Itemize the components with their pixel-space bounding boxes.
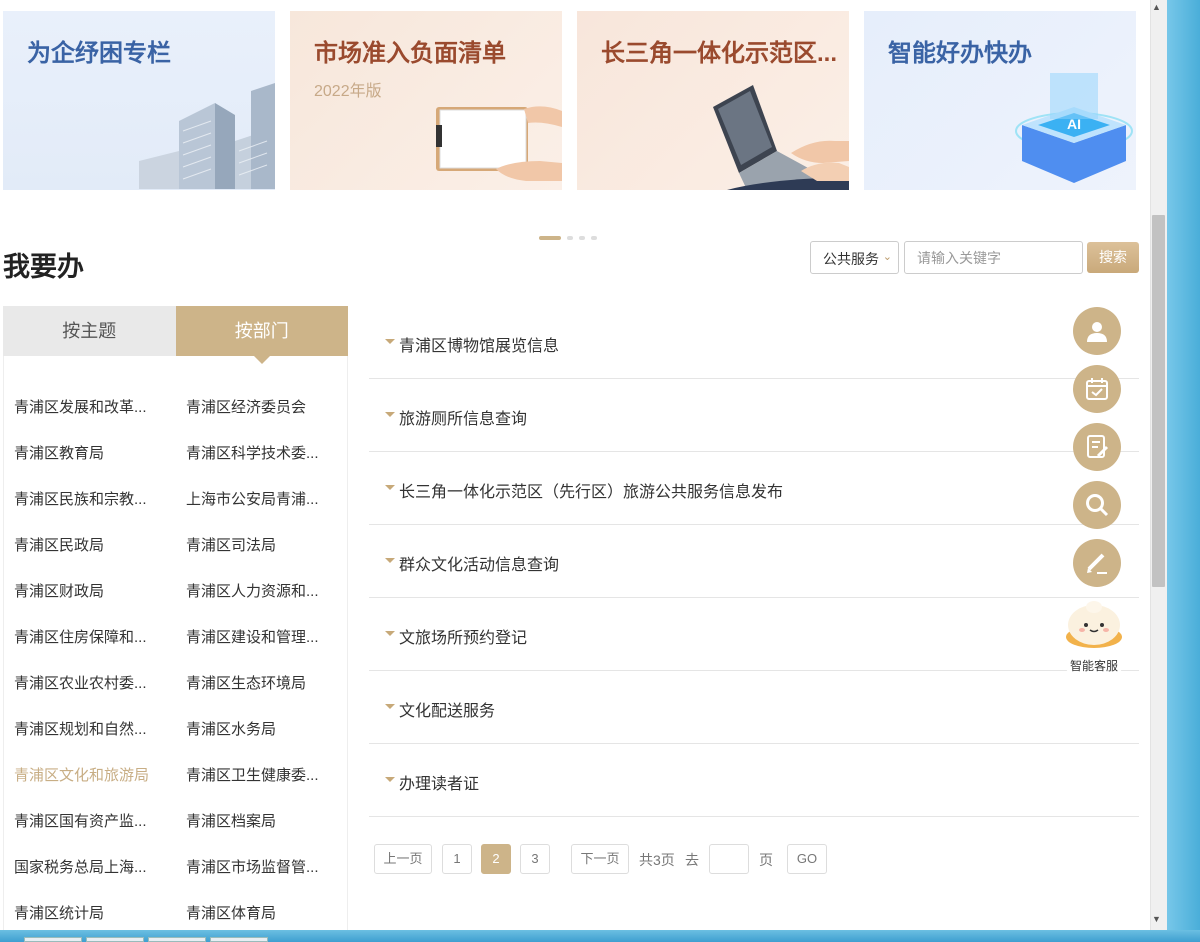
- carousel-dot[interactable]: [567, 236, 573, 240]
- department-link[interactable]: 青浦区民政局: [14, 534, 104, 555]
- department-link[interactable]: 青浦区财政局: [14, 580, 104, 601]
- window-frame: [1167, 0, 1200, 930]
- service-item-label: 旅游厕所信息查询: [399, 411, 528, 428]
- carousel-dot[interactable]: [579, 236, 585, 240]
- taskbar-item[interactable]: [210, 937, 268, 942]
- department-link[interactable]: 青浦区体育局: [186, 902, 276, 923]
- service-item[interactable]: 群众文化活动信息查询: [369, 525, 1139, 598]
- search-icon: [1086, 494, 1109, 517]
- department-link[interactable]: 青浦区统计局: [14, 902, 104, 923]
- chevron-down-icon: ⌄: [882, 251, 892, 263]
- pencil-icon: [1087, 553, 1107, 574]
- user-center-button[interactable]: [1073, 307, 1121, 355]
- next-page-button[interactable]: 下一页: [571, 844, 629, 874]
- service-item-label: 长三角一体化示范区（先行区）旅游公共服务信息发布: [399, 484, 784, 501]
- document-edit-icon: [1087, 435, 1109, 458]
- department-link[interactable]: 国家税务总局上海...: [14, 856, 147, 877]
- ai-badge-text: AI: [1067, 116, 1081, 132]
- tab-by-department[interactable]: 按部门: [175, 306, 348, 364]
- department-link[interactable]: 青浦区住房保障和...: [14, 626, 147, 647]
- service-item[interactable]: 文化配送服务: [369, 671, 1139, 744]
- smart-assistant-label[interactable]: 智能客服: [1066, 657, 1122, 674]
- ai-cube-illustration: AI: [1015, 73, 1133, 183]
- department-link[interactable]: 青浦区发展和改革...: [14, 396, 147, 417]
- search-input[interactable]: [904, 241, 1083, 274]
- banner-market-access[interactable]: 市场准入负面清单 2022年版: [290, 11, 562, 190]
- carousel-dot[interactable]: [539, 236, 561, 240]
- service-item[interactable]: 青浦区博物馆展览信息: [369, 306, 1139, 379]
- caret-down-icon: [385, 704, 395, 709]
- page-button-current[interactable]: 2: [481, 844, 511, 874]
- scrollbar-thumb[interactable]: [1152, 215, 1165, 587]
- service-item[interactable]: 长三角一体化示范区（先行区）旅游公共服务信息发布: [369, 452, 1139, 525]
- page-number-input[interactable]: [709, 844, 749, 874]
- department-link[interactable]: 青浦区市场监督管...: [186, 856, 319, 877]
- go-button[interactable]: GO: [787, 844, 827, 874]
- clipboard-illustration: [436, 106, 562, 181]
- department-link[interactable]: 青浦区司法局: [186, 534, 276, 555]
- goto-label: 去: [685, 852, 699, 868]
- taskbar: [0, 930, 1200, 942]
- prev-page-button[interactable]: 上一页: [374, 844, 432, 874]
- department-link[interactable]: 青浦区水务局: [186, 718, 276, 739]
- user-icon: [1087, 322, 1107, 342]
- taskbar-item[interactable]: [148, 937, 206, 942]
- section-title: 我要办: [3, 252, 84, 282]
- carousel-dot[interactable]: [591, 236, 597, 240]
- calendar-check-icon: [1086, 378, 1108, 400]
- banner-smart-service[interactable]: 智能好办快办 AI: [864, 11, 1136, 190]
- taskbar-item[interactable]: [24, 937, 82, 942]
- department-link[interactable]: 青浦区国有资产监...: [14, 810, 147, 831]
- service-item[interactable]: 文旅场所预约登记: [369, 598, 1139, 671]
- caret-down-icon: [385, 485, 395, 490]
- tab-by-topic[interactable]: 按主题: [3, 306, 176, 356]
- scroll-down-arrow-icon[interactable]: ▼: [1152, 914, 1161, 924]
- carousel-indicator: [539, 236, 597, 240]
- department-link-active[interactable]: 青浦区文化和旅游局: [14, 764, 149, 785]
- service-item-label: 青浦区博物馆展览信息: [399, 338, 560, 355]
- caret-down-icon: [385, 777, 395, 782]
- taskbar-item[interactable]: [86, 937, 144, 942]
- caret-down-icon: [385, 558, 395, 563]
- caret-down-icon: [385, 631, 395, 636]
- feedback-button[interactable]: [1073, 539, 1121, 587]
- department-link[interactable]: 青浦区科学技术委...: [186, 442, 319, 463]
- department-link[interactable]: 青浦区建设和管理...: [186, 626, 319, 647]
- service-item[interactable]: 旅游厕所信息查询: [369, 379, 1139, 452]
- form-button[interactable]: [1073, 423, 1121, 471]
- service-item-label: 文旅场所预约登记: [399, 630, 528, 647]
- search-button[interactable]: 搜索: [1087, 242, 1139, 273]
- search-float-button[interactable]: [1073, 481, 1121, 529]
- department-link[interactable]: 青浦区经济委员会: [186, 396, 306, 417]
- category-select-value: 公共服务: [823, 251, 879, 267]
- category-select[interactable]: 公共服务 ⌄: [810, 241, 899, 274]
- caret-down-icon: [385, 412, 395, 417]
- department-link[interactable]: 青浦区档案局: [186, 810, 276, 831]
- total-pages: 共3页: [639, 852, 675, 868]
- service-item[interactable]: 办理读者证: [369, 744, 1139, 817]
- category-tabs: 按主题 按部门: [3, 306, 348, 364]
- department-link[interactable]: 青浦区教育局: [14, 442, 104, 463]
- department-link[interactable]: 上海市公安局青浦...: [186, 488, 319, 509]
- department-link[interactable]: 青浦区民族和宗教...: [14, 488, 147, 509]
- department-link[interactable]: 青浦区卫生健康委...: [186, 764, 319, 785]
- department-link[interactable]: 青浦区规划和自然...: [14, 718, 147, 739]
- department-link[interactable]: 青浦区农业农村委...: [14, 672, 147, 693]
- laptop-illustration: [713, 85, 849, 190]
- page-unit-label: 页: [759, 852, 773, 868]
- caret-down-icon: [385, 339, 395, 344]
- service-item-label: 办理读者证: [399, 776, 480, 793]
- banner-yangtze-delta[interactable]: 长三角一体化示范区...: [577, 11, 849, 190]
- skyscraper-illustration: [139, 83, 275, 189]
- service-item-label: 文化配送服务: [399, 703, 496, 720]
- department-link[interactable]: 青浦区生态环境局: [186, 672, 306, 693]
- page-button[interactable]: 1: [442, 844, 472, 874]
- banner-enterprise-relief[interactable]: 为企纾困专栏: [3, 11, 275, 190]
- page-button[interactable]: 3: [520, 844, 550, 874]
- service-item-label: 群众文化活动信息查询: [399, 557, 560, 574]
- appointment-button[interactable]: [1073, 365, 1121, 413]
- smart-assistant-mascot[interactable]: [1064, 597, 1124, 649]
- scroll-up-arrow-icon[interactable]: ▲: [1152, 2, 1161, 12]
- department-link[interactable]: 青浦区人力资源和...: [186, 580, 319, 601]
